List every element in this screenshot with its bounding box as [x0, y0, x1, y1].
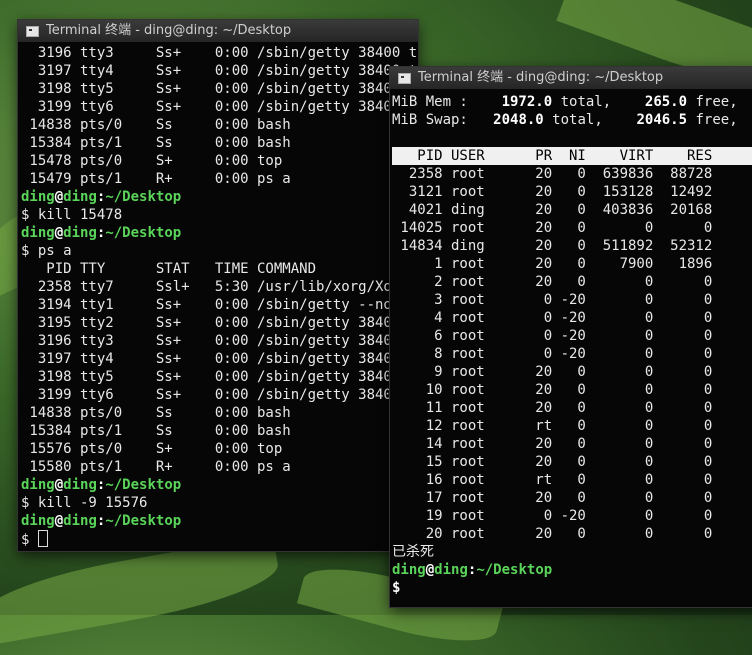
process-row: 6 root 0 -20 0 0	[392, 328, 713, 344]
output-line: 14838 pts/0 Ss 0:00 bash	[21, 405, 291, 421]
terminal-window-2[interactable]: Terminal 终端 - ding@ding: ~/Desktop MiB M…	[390, 67, 752, 607]
process-table: 2358 root 20 0 639836 88728 3121 root 20…	[392, 165, 752, 543]
process-row: 1 root 20 0 7900 1896	[392, 256, 713, 272]
command-line: $ ps a	[21, 242, 418, 260]
command-line[interactable]: $	[392, 579, 752, 597]
output-line: 3198 tty5 Ss+ 0:00 /sbin/getty 38400 tty…	[21, 369, 418, 385]
process-row: 16 root rt 0 0 0	[392, 472, 713, 488]
process-row: 4021 ding 20 0 403836 20168	[392, 202, 713, 218]
window-title: Terminal 终端 - ding@ding: ~/Desktop	[418, 70, 664, 85]
command-text: $	[21, 532, 38, 548]
command-line: $ kill 15478	[21, 206, 418, 224]
output-line: 14838 pts/0 Ss 0:00 bash	[21, 117, 291, 133]
prompt-path: ding@ding:~/Desktop	[21, 225, 182, 241]
prompt: ding@ding:~/Desktop	[21, 512, 418, 530]
process-row: 11 root 20 0 0 0	[392, 400, 713, 416]
process-row: 14 root 20 0 0 0	[392, 436, 713, 452]
process-row: 2358 root 20 0 639836 88728	[392, 166, 713, 182]
output-line: 15479 pts/1 R+ 0:00 ps a	[21, 171, 291, 187]
command-text: $ kill 15478	[21, 207, 123, 223]
command-line: $	[21, 530, 418, 548]
output-line: 3196 tty3 Ss+ 0:00 /sbin/getty 38400 tty…	[21, 45, 418, 61]
prompt: ding@ding:~/Desktop	[392, 562, 553, 578]
terminal-window-1[interactable]: Terminal 终端 - ding@ding: ~/Desktop 3196 …	[18, 20, 418, 551]
output-line: 3197 tty4 Ss+ 0:00 /sbin/getty 38400 tty…	[21, 351, 418, 367]
output-line: 3196 tty3 Ss+ 0:00 /sbin/getty 38400 tty…	[21, 333, 418, 349]
output-line: 15580 pts/1 R+ 0:00 ps a	[21, 459, 291, 475]
process-row: 4 root 0 -20 0 0	[392, 310, 713, 326]
process-row: 8 root 0 -20 0 0	[392, 346, 713, 362]
process-table-header: PID USER PR NI VIRT RES	[392, 147, 752, 165]
swap-line: MiB Swap: 2048.0 total, 2046.5 free,	[392, 112, 738, 128]
title-bar[interactable]: Terminal 终端 - ding@ding: ~/Desktop	[390, 67, 752, 89]
output-line: 3194 tty1 Ss+ 0:00 /sbin/getty --noclear…	[37, 297, 418, 313]
output-line: 3199 tty6 Ss+ 0:00 /sbin/getty 38400 tty…	[21, 387, 418, 403]
command-text: $ ps a	[21, 243, 72, 259]
process-row: 3121 root 20 0 153128 12492	[392, 184, 713, 200]
process-row: 10 root 20 0 0 0	[392, 382, 713, 398]
process-row: 2 root 20 0 0 0	[392, 274, 713, 290]
process-row: 15 root 20 0 0 0	[392, 454, 713, 470]
terminal-icon	[26, 26, 39, 37]
output-line: PID TTY STAT TIME COMMAND	[21, 261, 317, 277]
output-line: 15384 pts/1 Ss 0:00 bash	[21, 135, 291, 151]
output-line: 3199 tty6 Ss+ 0:00 /sbin/getty 38400 tty…	[21, 99, 418, 115]
command-line: $ kill -9 15576	[21, 494, 418, 512]
process-row: 12 root rt 0 0 0	[392, 418, 713, 434]
output-line: 15478 pts/0 S+ 0:00 top	[21, 153, 283, 169]
prompt: ding@ding:~/Desktop	[21, 476, 418, 494]
process-row: 14025 root 20 0 0 0	[392, 220, 713, 236]
output-line: 15576 pts/0 S+ 0:00 top	[21, 441, 283, 457]
process-row: 9 root 20 0 0 0	[392, 364, 713, 380]
output-line: 2358 tty7 Ssl+ 5:30 /usr/lib/xorg/Xorg -…	[37, 279, 418, 295]
prompt-path: ding@ding:~/Desktop	[21, 189, 182, 205]
process-row: 19 root 0 -20 0 0	[392, 508, 713, 524]
terminal-icon	[398, 73, 411, 84]
process-row: 14834 ding 20 0 511892 52312	[392, 238, 713, 254]
output-line: 3197 tty4 Ss+ 0:00 /sbin/getty 38400 tty…	[21, 63, 418, 79]
terminal-output[interactable]: 3196 tty3 Ss+ 0:00 /sbin/getty 38400 tty…	[21, 44, 418, 551]
prompt: ding@ding:~/Desktop	[21, 188, 418, 206]
mem-line: MiB Mem : 1972.0 total, 265.0 free,	[392, 94, 738, 110]
output-line: 15384 pts/1 Ss 0:00 bash	[21, 423, 291, 439]
killed-message: 已杀死	[392, 544, 434, 560]
window-title: Terminal 终端 - ding@ding: ~/Desktop	[46, 23, 292, 38]
process-row: 3 root 0 -20 0 0	[392, 292, 713, 308]
prompt: ding@ding:~/Desktop	[21, 224, 418, 242]
process-row: 17 root 20 0 0 0	[392, 490, 713, 506]
prompt-path: ding@ding:~/Desktop	[21, 513, 182, 529]
command-text: $ kill -9 15576	[21, 495, 148, 511]
title-bar[interactable]: Terminal 终端 - ding@ding: ~/Desktop	[18, 20, 418, 42]
output-line: 3195 tty2 Ss+ 0:00 /sbin/getty 38400 tty…	[21, 315, 418, 331]
output-line: 3198 tty5 Ss+ 0:00 /sbin/getty 38400 tty…	[21, 81, 418, 97]
prompt-path: ding@ding:~/Desktop	[21, 477, 182, 493]
top-output[interactable]: MiB Mem : 1972.0 total, 265.0 free, MiB …	[392, 93, 752, 607]
process-row: 20 root 20 0 0 0	[392, 526, 713, 542]
cursor[interactable]	[37, 530, 48, 547]
